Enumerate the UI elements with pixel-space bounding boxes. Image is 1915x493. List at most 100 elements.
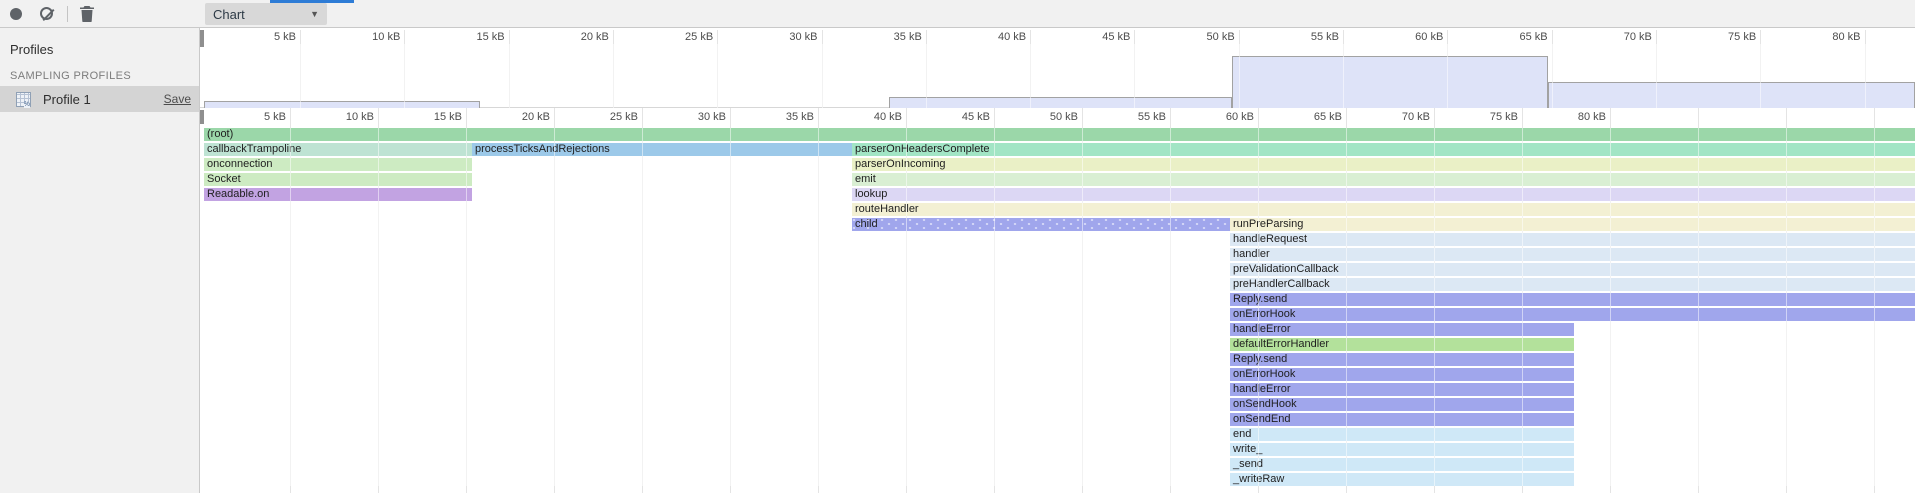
overview-tick-label: 10 kB <box>372 31 400 43</box>
gridline-overlay <box>1760 44 1761 108</box>
profiles-sidebar: Profiles SAMPLING PROFILES Profile 1 Sav… <box>0 28 200 493</box>
gridline-overlay <box>642 128 643 486</box>
gridline-overlay <box>1610 128 1611 486</box>
gridline-overlay <box>1552 44 1553 108</box>
flame-bar[interactable]: (root) <box>204 128 1915 141</box>
flame-tick-label: 5 kB <box>264 111 286 123</box>
profiler-toolbar: Chart ▼ <box>0 0 1915 28</box>
gridline-overlay <box>1447 44 1448 108</box>
overview-step <box>1232 56 1548 108</box>
flame-bar[interactable]: callbackTrampoline <box>204 143 472 156</box>
flame-tick-label: 20 kB <box>522 111 550 123</box>
gridline-overlay <box>1343 44 1344 108</box>
gridline-overlay <box>822 44 823 108</box>
sidebar-item-profile-1[interactable]: Profile 1 Save <box>0 86 199 112</box>
gridline-overlay <box>404 44 405 108</box>
chart-view-select[interactable]: Chart ▼ <box>205 3 327 25</box>
gridline-overlay <box>1786 128 1787 486</box>
flame-tick-label: 15 kB <box>434 111 462 123</box>
flame-bar[interactable]: Reply.send <box>1230 293 1915 306</box>
toolbar-left-group <box>0 0 200 27</box>
profile-icon <box>16 92 31 107</box>
gridline-overlay <box>613 44 614 108</box>
overview-tick-label: 80 kB <box>1832 31 1860 43</box>
gridline-overlay <box>466 128 467 486</box>
save-link[interactable]: Save <box>164 92 191 106</box>
flame-bar[interactable]: runPreParsing <box>1230 218 1915 231</box>
flame-bar[interactable]: onErrorHook <box>1230 308 1915 321</box>
gridline-overlay <box>1030 44 1031 108</box>
flame-chart-panel: 5 kB 10 kB 15 kB 20 kB 25 kB 30 kB 35 kB 40 kB 4… <box>200 28 1915 493</box>
memory-profiler-panel: Chart ▼ Profiles SAMPLING PROFILES Profi… <box>0 0 1915 493</box>
overview-tick-label: 5 kB <box>274 31 296 43</box>
gridline-overlay <box>1082 128 1083 486</box>
flame-bar[interactable]: Readable.on <box>204 188 472 201</box>
sidebar-title: Profiles <box>10 42 53 57</box>
gridline-overlay <box>926 44 927 108</box>
overview-tick-label: 55 kB <box>1311 31 1339 43</box>
flame-bar[interactable]: processTicksAndRejections <box>472 143 852 156</box>
gridline-overlay <box>509 44 510 108</box>
overview-left-grip[interactable] <box>200 30 204 47</box>
gridline-overlay <box>378 128 379 486</box>
flame-bar[interactable]: onconnection <box>204 158 472 171</box>
flame-tick-label: 35 kB <box>786 111 814 123</box>
gridline-overlay <box>290 128 291 486</box>
sampling-profiles-heading: SAMPLING PROFILES <box>10 70 131 82</box>
flame-tick-label: 30 kB <box>698 111 726 123</box>
overview-tick-label: 40 kB <box>998 31 1026 43</box>
flame-tick-label: 80 kB <box>1578 111 1606 123</box>
gridline-overlay <box>994 128 995 486</box>
gridline-overlay <box>1170 128 1171 486</box>
overview-tick-label: 25 kB <box>685 31 713 43</box>
flame-bar[interactable]: Socket <box>204 173 472 186</box>
flame-bar[interactable]: handler <box>1230 248 1915 261</box>
overview-tick-label: 35 kB <box>894 31 922 43</box>
gridline-overlay <box>1258 128 1259 486</box>
gridline-overlay <box>1522 128 1523 486</box>
flame-tick-label: 40 kB <box>874 111 902 123</box>
flame-tick-label: 60 kB <box>1226 111 1254 123</box>
flame-bar[interactable]: routeHandler <box>852 203 1915 216</box>
flame-tick-label: 75 kB <box>1490 111 1518 123</box>
clear-icon[interactable] <box>40 7 53 20</box>
overview-tick-label: 45 kB <box>1102 31 1130 43</box>
flame-tick-label: 55 kB <box>1138 111 1166 123</box>
flame-left-grip[interactable] <box>200 110 204 124</box>
gridline-overlay <box>818 128 819 486</box>
flame-bar[interactable]: handleRequest <box>1230 233 1915 246</box>
flame-bar[interactable]: emit <box>852 173 1915 186</box>
toolbar-divider <box>67 6 68 22</box>
gridline-overlay <box>1698 128 1699 486</box>
gridline-overlay <box>300 44 301 108</box>
overview-step <box>204 101 480 108</box>
overview-tick-label: 15 kB <box>476 31 504 43</box>
gridline-overlay <box>1134 44 1135 108</box>
gridline-overlay <box>1434 128 1435 486</box>
overview-tick-label: 75 kB <box>1728 31 1756 43</box>
gridline-overlay <box>554 128 555 486</box>
trash-icon[interactable] <box>80 6 94 22</box>
flame-tick-label: 65 kB <box>1314 111 1342 123</box>
flame-bar[interactable]: parserOnIncoming <box>852 158 1915 171</box>
flame-bar[interactable]: child <box>852 218 1230 231</box>
gridline-overlay <box>1874 128 1875 486</box>
overview-step <box>1548 82 1915 108</box>
gridline-overlay <box>1865 44 1866 108</box>
gridline-overlay <box>730 128 731 486</box>
flame-tick-label: 70 kB <box>1402 111 1430 123</box>
overview-tick-label: 20 kB <box>581 31 609 43</box>
record-icon[interactable] <box>10 8 22 20</box>
overview-tick-label: 30 kB <box>789 31 817 43</box>
flame-bar[interactable]: preValidationCallback <box>1230 263 1915 276</box>
flame-bar[interactable]: lookup <box>852 188 1915 201</box>
overview-tick-label: 70 kB <box>1624 31 1652 43</box>
gridline-overlay <box>1346 128 1347 486</box>
flame-bar[interactable]: preHandlerCallback <box>1230 278 1915 291</box>
gridline-overlay <box>1656 44 1657 108</box>
overview-tick-label: 60 kB <box>1415 31 1443 43</box>
flame-tick-label: 50 kB <box>1050 111 1078 123</box>
flame-bar[interactable]: parserOnHeadersComplete <box>852 143 1915 156</box>
gridline-overlay <box>1239 44 1240 108</box>
flame-tick-label: 45 kB <box>962 111 990 123</box>
